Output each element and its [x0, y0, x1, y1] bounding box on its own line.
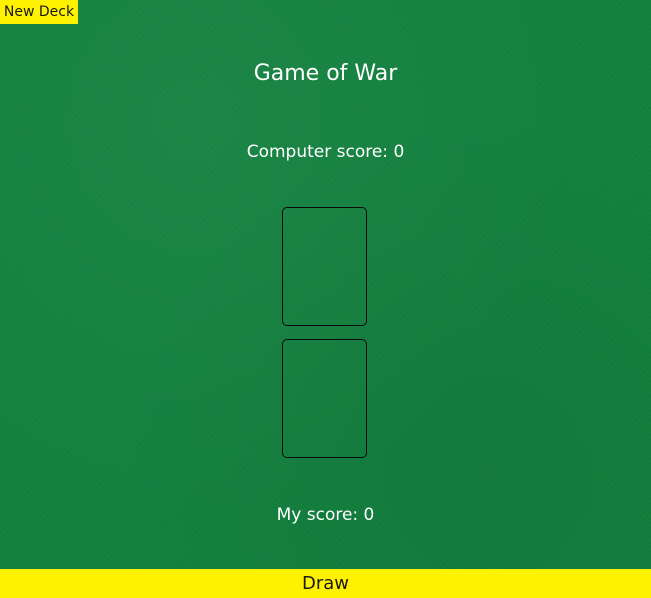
player-card-slot [282, 339, 367, 458]
computer-score: Computer score: 0 [246, 142, 405, 162]
page-title: Game of War [253, 61, 398, 86]
draw-button[interactable]: Draw [0, 569, 651, 598]
player-score: My score: 0 [276, 505, 375, 525]
game-table: { "header": { "new_deck_label": "New Dec… [0, 0, 651, 598]
computer-card-slot [282, 207, 367, 326]
new-deck-button[interactable]: New Deck [0, 0, 78, 24]
